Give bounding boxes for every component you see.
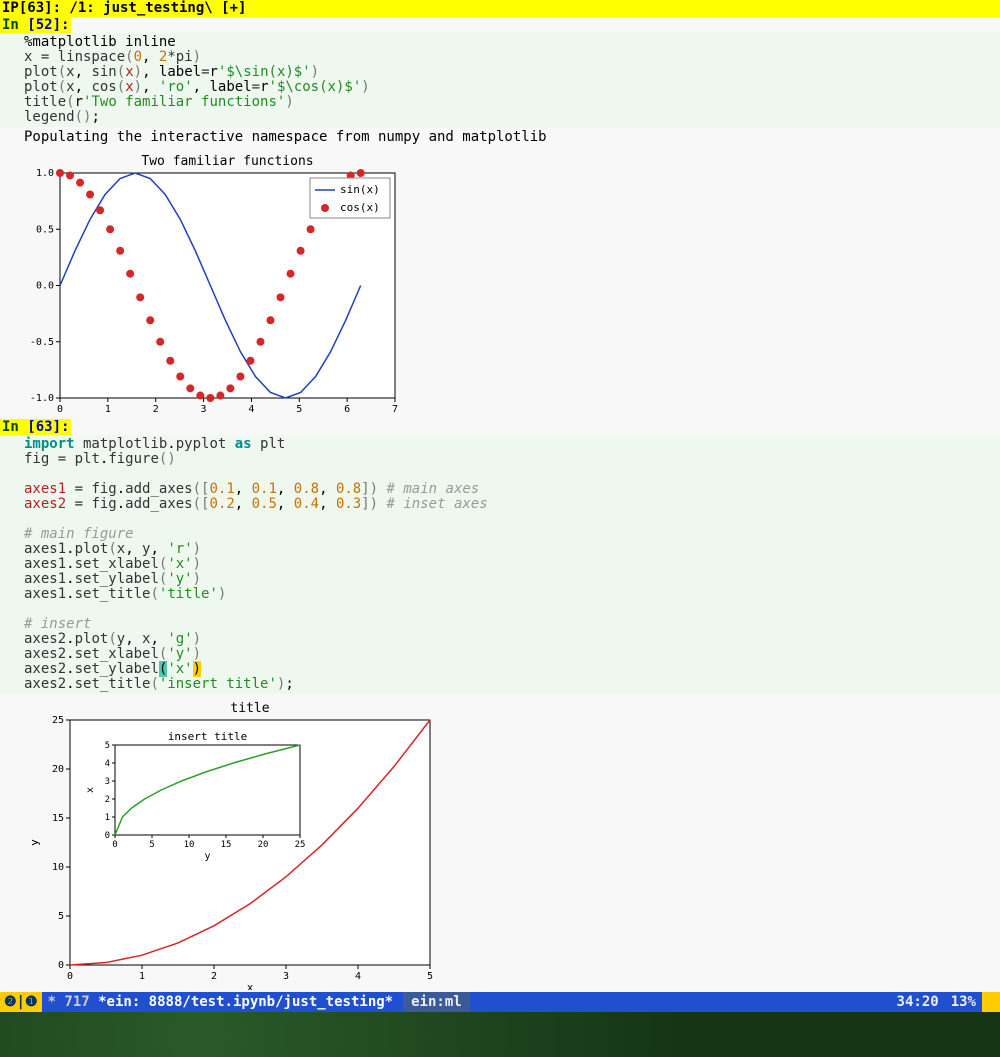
code-area-63[interactable]: import matplotlib.pyplot as plt fig = pl… <box>0 435 1000 694</box>
svg-text:15: 15 <box>221 840 232 850</box>
major-mode: ein:ml <box>403 992 470 1012</box>
svg-text:7: 7 <box>392 404 398 413</box>
svg-text:Two familiar functions: Two familiar functions <box>141 154 313 169</box>
svg-text:2: 2 <box>211 971 217 982</box>
svg-text:10: 10 <box>184 840 195 850</box>
svg-text:2: 2 <box>153 404 159 413</box>
window-title: IP[63]: /1: just_testing\ [+] <box>0 0 1000 17</box>
svg-text:20: 20 <box>52 764 64 775</box>
svg-text:cos(x): cos(x) <box>340 201 380 214</box>
svg-text:10: 10 <box>52 862 64 873</box>
svg-text:-0.5: -0.5 <box>30 337 54 348</box>
modeline-flags: ❷|❶ <box>0 992 42 1012</box>
chart-output-1: Two familiar functions 0 1 2 3 4 5 6 7 -1.0 -0.5 0.… <box>0 147 1000 419</box>
editor-frame: IP[63]: /1: just_testing\ [+] In [52]: %… <box>0 0 1000 1012</box>
desktop-background <box>0 1012 1000 1057</box>
modeline-modified: * 717 *ein: 8888/test.ipynb/just_testing… <box>42 994 400 1010</box>
svg-text:4: 4 <box>355 971 361 982</box>
svg-text:0: 0 <box>112 840 117 850</box>
svg-text:25: 25 <box>52 715 64 726</box>
svg-text:sin(x): sin(x) <box>340 183 380 196</box>
svg-text:1: 1 <box>105 404 111 413</box>
svg-text:5: 5 <box>427 971 433 982</box>
svg-text:y: y <box>204 851 210 862</box>
svg-text:1: 1 <box>139 971 145 982</box>
input-prompt: In [52]: <box>0 17 71 33</box>
inset-axes-chart: title0123450510152025xyinsert title05101… <box>20 700 450 990</box>
svg-text:-1.0: -1.0 <box>30 393 54 404</box>
svg-text:x: x <box>85 787 96 793</box>
svg-text:x: x <box>247 981 254 990</box>
svg-text:title: title <box>230 701 269 716</box>
svg-text:3: 3 <box>283 971 289 982</box>
svg-text:insert title: insert title <box>168 730 247 743</box>
chart-output-2: title0123450510152025xyinsert title05101… <box>0 694 1000 996</box>
svg-text:0: 0 <box>105 831 110 841</box>
svg-text:5: 5 <box>105 741 110 751</box>
svg-text:4: 4 <box>248 404 254 413</box>
svg-text:6: 6 <box>344 404 350 413</box>
svg-text:15: 15 <box>52 813 64 824</box>
notebook-cell-63: In [63]: import matplotlib.pyplot as plt… <box>0 419 1000 996</box>
svg-text:2: 2 <box>105 795 110 805</box>
svg-text:3: 3 <box>201 404 207 413</box>
svg-text:0.5: 0.5 <box>36 224 54 235</box>
svg-text:1: 1 <box>105 813 110 823</box>
notebook-cell-52: In [52]: %matplotlib inline x = linspace… <box>0 17 1000 419</box>
mode-line: ❷|❶ * 717 *ein: 8888/test.ipynb/just_tes… <box>0 992 1000 1012</box>
scroll-percent: 13% <box>945 994 982 1010</box>
svg-text:20: 20 <box>258 840 269 850</box>
svg-text:3: 3 <box>105 777 110 787</box>
svg-text:25: 25 <box>295 840 306 850</box>
svg-text:y: y <box>28 839 41 846</box>
svg-text:0.0: 0.0 <box>36 281 54 292</box>
svg-text:0: 0 <box>67 971 73 982</box>
svg-text:4: 4 <box>105 759 110 769</box>
svg-text:5: 5 <box>149 840 154 850</box>
modeline-end-flag <box>982 992 1000 1012</box>
svg-text:5: 5 <box>58 911 64 922</box>
svg-text:0: 0 <box>58 960 64 971</box>
svg-text:5: 5 <box>296 404 302 413</box>
input-prompt: In [63]: <box>0 419 71 435</box>
cursor-position: 34:20 <box>891 994 945 1010</box>
svg-text:0: 0 <box>57 404 63 413</box>
code-area-52[interactable]: %matplotlib inline x = linspace(0, 2*pi)… <box>0 33 1000 127</box>
stdout-output: Populating the interactive namespace fro… <box>0 127 1000 147</box>
two-familiar-functions-chart: Two familiar functions 0 1 2 3 4 5 6 7 -1.0 -0.5 0.… <box>20 153 400 413</box>
buffer-name: *ein: 8888/test.ipynb/just_testing* <box>98 994 393 1010</box>
svg-text:1.0: 1.0 <box>36 168 54 179</box>
